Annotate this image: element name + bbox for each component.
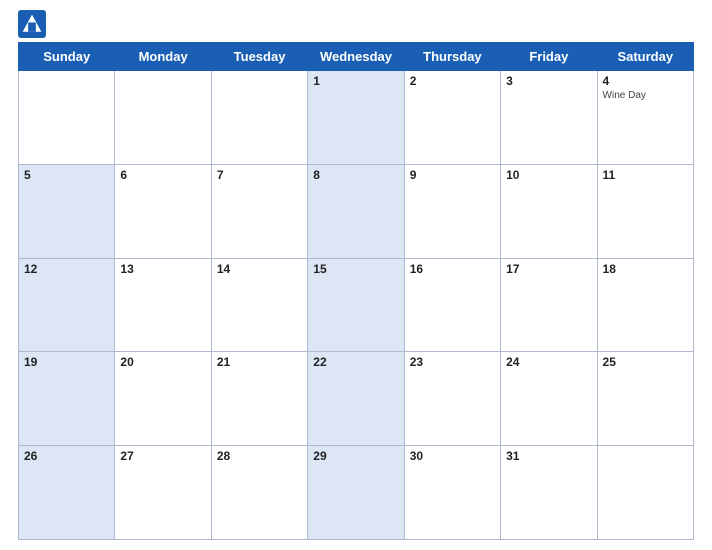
calendar-cell[interactable]: 15 [308, 258, 404, 352]
calendar-cell[interactable]: 25 [597, 352, 693, 446]
calendar-cell[interactable]: 8 [308, 164, 404, 258]
calendar-cell[interactable]: 14 [211, 258, 307, 352]
day-number: 12 [24, 262, 109, 276]
calendar-cell[interactable] [211, 71, 307, 165]
calendar-cell[interactable]: 28 [211, 446, 307, 540]
day-number: 28 [217, 449, 302, 463]
logo [18, 10, 50, 38]
day-number: 16 [410, 262, 495, 276]
day-number: 29 [313, 449, 398, 463]
weekday-header-friday: Friday [501, 43, 597, 71]
calendar-cell[interactable]: 12 [19, 258, 115, 352]
day-number: 30 [410, 449, 495, 463]
calendar-cell[interactable]: 27 [115, 446, 211, 540]
week-row-0: 1234 Wine Day [19, 71, 694, 165]
day-number: 25 [603, 355, 688, 369]
day-number: 7 [217, 168, 302, 182]
calendar-cell[interactable]: 3 [501, 71, 597, 165]
day-number: 27 [120, 449, 205, 463]
calendar-cell[interactable]: 5 [19, 164, 115, 258]
calendar-cell[interactable]: 19 [19, 352, 115, 446]
day-number: 10 [506, 168, 591, 182]
weekday-header-thursday: Thursday [404, 43, 500, 71]
calendar-cell[interactable]: 21 [211, 352, 307, 446]
week-row-4: 26 27 28 29 30 31 [19, 446, 694, 540]
weekday-header-wednesday: Wednesday [308, 43, 404, 71]
event-label: Wine Day [603, 90, 688, 101]
day-number: 15 [313, 262, 398, 276]
calendar-cell[interactable]: 13 [115, 258, 211, 352]
calendar-cell[interactable]: 22 [308, 352, 404, 446]
weekday-header-sunday: Sunday [19, 43, 115, 71]
calendar-cell[interactable]: 26 [19, 446, 115, 540]
day-number: 13 [120, 262, 205, 276]
calendar-cell[interactable]: 23 [404, 352, 500, 446]
day-number: 6 [120, 168, 205, 182]
calendar-cell[interactable]: 2 [404, 71, 500, 165]
day-number: 22 [313, 355, 398, 369]
weekday-header-monday: Monday [115, 43, 211, 71]
week-row-1: 56789 10 11 [19, 164, 694, 258]
day-number: 9 [410, 168, 495, 182]
top-bar [18, 10, 694, 38]
day-number: 5 [24, 168, 109, 182]
day-number: 17 [506, 262, 591, 276]
day-number: 24 [506, 355, 591, 369]
calendar-cell[interactable]: 17 [501, 258, 597, 352]
calendar-cell[interactable]: 7 [211, 164, 307, 258]
calendar-cell[interactable]: 29 [308, 446, 404, 540]
calendar-cell[interactable]: 11 [597, 164, 693, 258]
day-number: 26 [24, 449, 109, 463]
calendar-cell[interactable] [19, 71, 115, 165]
calendar-cell[interactable] [115, 71, 211, 165]
day-number: 2 [410, 74, 495, 88]
calendar-cell[interactable]: 6 [115, 164, 211, 258]
calendar: SundayMondayTuesdayWednesdayThursdayFrid… [18, 42, 694, 540]
day-number: 18 [603, 262, 688, 276]
weekday-header-saturday: Saturday [597, 43, 693, 71]
day-number: 8 [313, 168, 398, 182]
calendar-cell[interactable]: 31 [501, 446, 597, 540]
calendar-cell[interactable]: 10 [501, 164, 597, 258]
day-number: 23 [410, 355, 495, 369]
day-number: 19 [24, 355, 109, 369]
day-number: 4 [603, 74, 688, 88]
day-number: 20 [120, 355, 205, 369]
day-number: 11 [603, 168, 688, 182]
week-row-2: 12 13 14 15 16 17 18 [19, 258, 694, 352]
calendar-cell[interactable]: 1 [308, 71, 404, 165]
calendar-cell[interactable]: 30 [404, 446, 500, 540]
calendar-cell[interactable]: 16 [404, 258, 500, 352]
weekday-header-tuesday: Tuesday [211, 43, 307, 71]
week-row-3: 19 20 21 22 23 24 25 [19, 352, 694, 446]
day-number: 21 [217, 355, 302, 369]
generalblue-logo-icon [18, 10, 46, 38]
day-number: 1 [313, 74, 398, 88]
calendar-cell[interactable]: 9 [404, 164, 500, 258]
calendar-cell[interactable]: 4 Wine Day [597, 71, 693, 165]
calendar-cell[interactable]: 20 [115, 352, 211, 446]
day-number: 31 [506, 449, 591, 463]
calendar-cell[interactable] [597, 446, 693, 540]
weekday-header-row: SundayMondayTuesdayWednesdayThursdayFrid… [19, 43, 694, 71]
day-number: 3 [506, 74, 591, 88]
day-number: 14 [217, 262, 302, 276]
calendar-cell[interactable]: 24 [501, 352, 597, 446]
calendar-cell[interactable]: 18 [597, 258, 693, 352]
